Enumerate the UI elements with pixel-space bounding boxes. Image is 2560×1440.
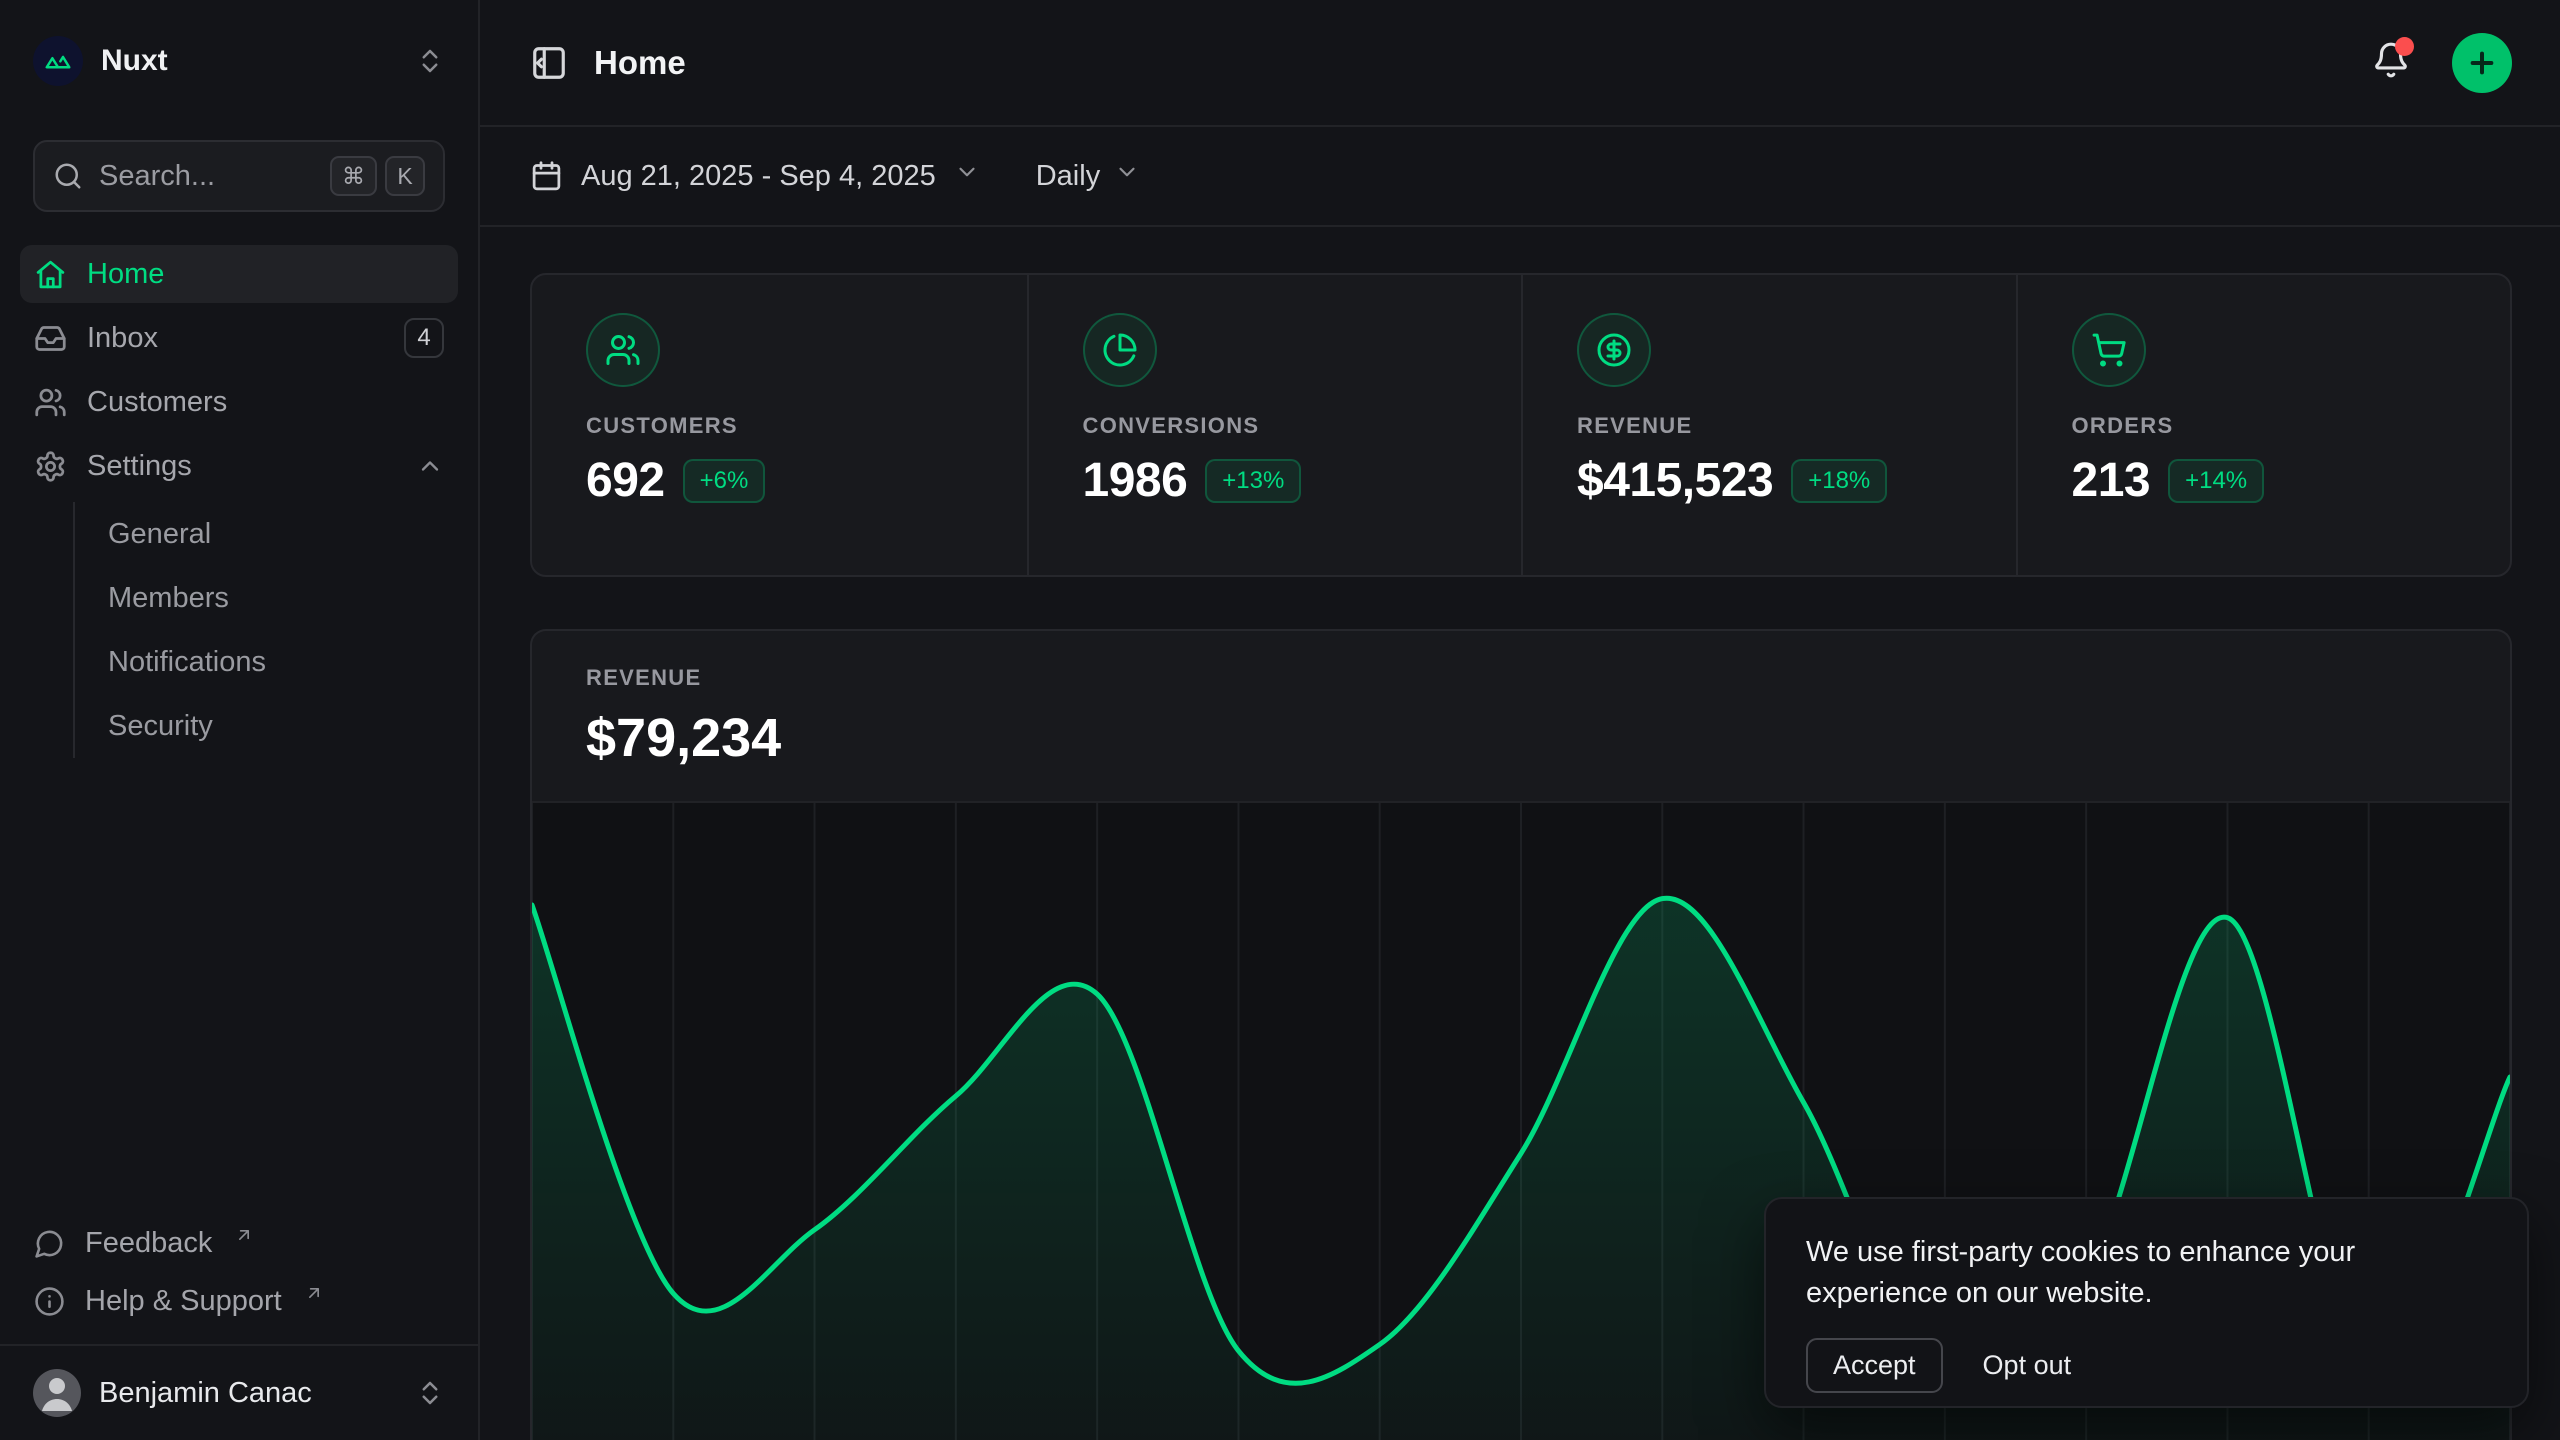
date-range-value: Aug 21, 2025 - Sep 4, 2025: [581, 160, 936, 193]
workspace-switcher[interactable]: Nuxt: [0, 0, 478, 86]
message-circle-icon: [34, 1228, 65, 1259]
feedback-link[interactable]: Feedback: [20, 1214, 458, 1272]
add-button[interactable]: [2452, 33, 2512, 93]
sidebar-item-label: Home: [87, 258, 164, 291]
granularity-select[interactable]: Daily: [1036, 159, 1140, 193]
sidebar-item-inbox[interactable]: Inbox 4: [20, 309, 458, 367]
stat-label: CONVERSIONS: [1083, 413, 1522, 439]
sidebar-nav: Home Inbox 4 Customers Settings GeneralMember…: [20, 242, 458, 764]
stat-card-orders[interactable]: ORDERS 213 +14%: [2016, 275, 2511, 575]
calendar-icon: [530, 160, 563, 193]
revenue-header: REVENUE $79,234: [532, 631, 2510, 769]
footer-link-label: Feedback: [85, 1227, 212, 1260]
nuxt-logo-icon: [33, 36, 83, 86]
pie-chart-icon: [1102, 332, 1138, 368]
circle-dollar-icon: [1577, 313, 1651, 387]
sidebar-sub-list: GeneralMembersNotificationsSecurity: [73, 502, 458, 758]
cookie-actions: Accept Opt out: [1806, 1338, 2487, 1393]
users-round-icon: [605, 332, 641, 368]
stat-card-conversions[interactable]: CONVERSIONS 1986 +13%: [1027, 275, 1522, 575]
sidebar-item-notifications[interactable]: Notifications: [75, 630, 458, 694]
granularity-value: Daily: [1036, 160, 1100, 193]
footer-link-label: Help & Support: [85, 1285, 282, 1318]
user-menu[interactable]: Benjamin Canac: [0, 1346, 478, 1440]
stat-card-revenue[interactable]: REVENUE $415,523 +18%: [1521, 275, 2016, 575]
stat-value: 213: [2072, 453, 2151, 508]
notification-dot: [2395, 37, 2414, 56]
date-range-picker[interactable]: Aug 21, 2025 - Sep 4, 2025: [530, 159, 980, 193]
stat-delta-badge: +18%: [1791, 459, 1887, 503]
avatar: [33, 1369, 81, 1417]
stat-delta-badge: +6%: [683, 459, 766, 503]
users-icon: [34, 386, 67, 419]
home-icon: [34, 258, 67, 291]
shopping-cart-icon: [2072, 313, 2146, 387]
stat-label: REVENUE: [1577, 413, 2016, 439]
inbox-count-badge: 4: [404, 318, 444, 358]
info-icon: [34, 1286, 65, 1317]
stat-value: $415,523: [1577, 453, 1773, 508]
topbar-actions: [2372, 33, 2512, 93]
cookie-banner: We use first-party cookies to enhance yo…: [1764, 1197, 2529, 1408]
kbd-command: ⌘: [330, 156, 377, 196]
stat-label: ORDERS: [2072, 413, 2511, 439]
page-title-group: Home: [530, 44, 686, 82]
arrow-up-right-icon: [304, 1283, 324, 1303]
settings-icon: [34, 450, 67, 483]
stat-card-customers[interactable]: CUSTOMERS 692 +6%: [532, 275, 1027, 575]
panel-left-icon[interactable]: [530, 44, 568, 82]
arrow-up-right-icon: [304, 1278, 324, 1311]
accept-button[interactable]: Accept: [1806, 1338, 1943, 1393]
brand-name: Nuxt: [101, 44, 168, 78]
stat-delta-badge: +14%: [2168, 459, 2264, 503]
chevrons-up-down-icon: [415, 1378, 445, 1408]
search-icon: [53, 161, 83, 191]
help-support-link[interactable]: Help & Support: [20, 1272, 458, 1330]
stat-delta-badge: +13%: [1205, 459, 1301, 503]
sidebar: Nuxt Search... ⌘ K Home Inbox 4 Customers Se…: [0, 0, 480, 1440]
notifications-button[interactable]: [2372, 41, 2410, 84]
chevron-down-icon: [954, 159, 980, 193]
stat-value: 692: [586, 453, 665, 508]
search-shortcut: ⌘ K: [330, 156, 425, 196]
sidebar-item-settings[interactable]: Settings: [20, 437, 458, 495]
stat-value: 1986: [1083, 453, 1188, 508]
pie-chart-icon: [1083, 313, 1157, 387]
arrow-up-right-icon: [234, 1220, 254, 1253]
topbar: Home: [480, 0, 2560, 127]
filter-toolbar: Aug 21, 2025 - Sep 4, 2025 Daily: [480, 127, 2560, 227]
sidebar-item-members[interactable]: Members: [75, 566, 458, 630]
page-title: Home: [594, 44, 686, 82]
arrow-up-right-icon: [234, 1225, 254, 1245]
kbd-k: K: [385, 156, 425, 196]
sidebar-item-label: Customers: [87, 386, 227, 419]
opt-out-button[interactable]: Opt out: [1983, 1350, 2072, 1381]
revenue-label: REVENUE: [586, 665, 2456, 691]
user-name: Benjamin Canac: [99, 1377, 312, 1410]
sidebar-footer: Feedback Help & Support: [20, 1214, 458, 1344]
revenue-total: $79,234: [586, 707, 2456, 769]
stats-row: CUSTOMERS 692 +6% CONVERSIONS 1986 +13% REVENU…: [530, 273, 2512, 577]
users-round-icon: [586, 313, 660, 387]
shopping-cart-icon: [2091, 332, 2127, 368]
sidebar-item-home[interactable]: Home: [20, 245, 458, 303]
cookie-message: We use first-party cookies to enhance yo…: [1806, 1232, 2487, 1314]
chevrons-up-down-icon: [415, 46, 445, 76]
plus-icon: [2466, 47, 2498, 79]
search-placeholder: Search...: [99, 160, 215, 193]
search-input[interactable]: Search... ⌘ K: [33, 140, 445, 212]
sidebar-item-label: Settings: [87, 450, 192, 483]
sidebar-item-security[interactable]: Security: [75, 694, 458, 758]
sidebar-item-label: Inbox: [87, 322, 158, 355]
chevron-up-icon: [416, 452, 444, 480]
stat-label: CUSTOMERS: [586, 413, 1027, 439]
chevron-up-icon: [416, 452, 444, 480]
sidebar-item-customers[interactable]: Customers: [20, 373, 458, 431]
sidebar-item-general[interactable]: General: [75, 502, 458, 566]
inbox-icon: [34, 322, 67, 355]
chevron-down-icon: [1114, 159, 1140, 193]
circle-dollar-icon: [1596, 332, 1632, 368]
